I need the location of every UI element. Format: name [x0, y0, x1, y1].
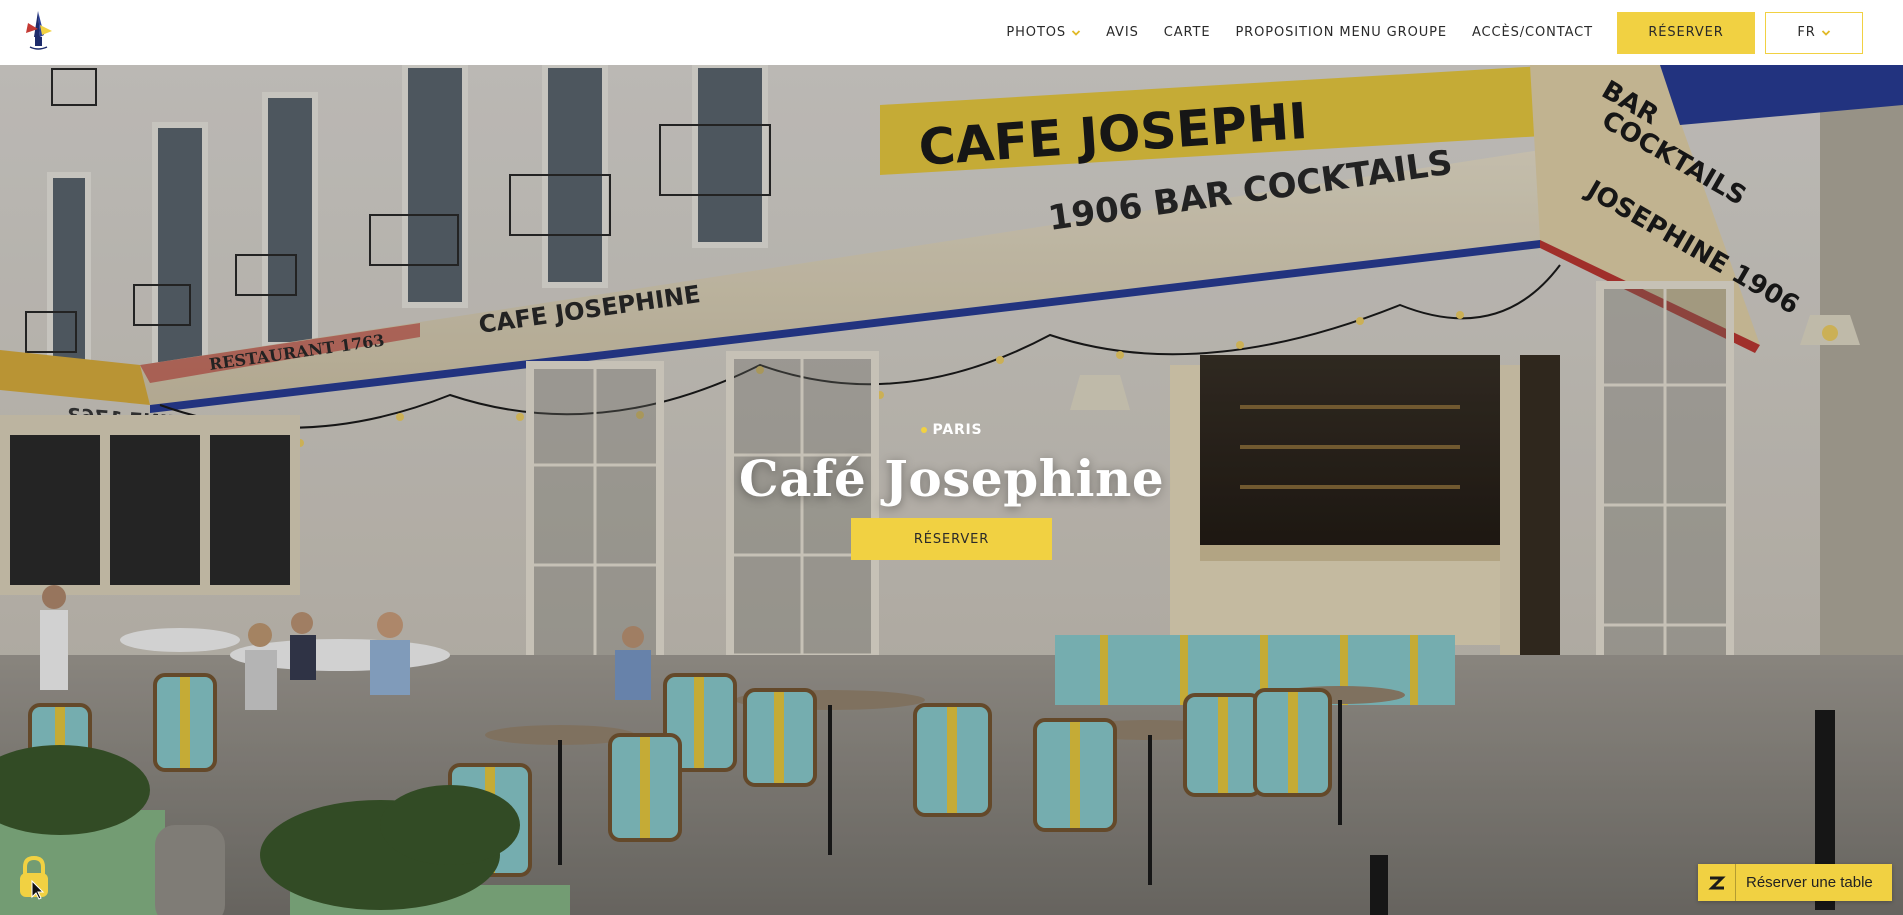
- nav-avis[interactable]: AVIS: [1106, 25, 1139, 40]
- nav-acces-contact-label: ACCÈS/CONTACT: [1471, 25, 1593, 40]
- hero-reserve-button[interactable]: RÉSERVER: [851, 518, 1052, 560]
- header-reserve-button[interactable]: RÉSERVER: [1617, 11, 1755, 54]
- nav-menu-groupe[interactable]: PROPOSITION MENU GROUPE: [1235, 25, 1447, 40]
- nav-acces-contact[interactable]: ACCÈS/CONTACT: [1472, 25, 1593, 40]
- lock-icon[interactable]: [16, 853, 52, 903]
- hero-overlay: [0, 65, 1903, 915]
- booking-logo-icon: [1698, 864, 1736, 901]
- book-table-widget[interactable]: Réserver une table: [1698, 864, 1892, 901]
- nav-avis-label: AVIS: [1106, 25, 1139, 40]
- chevron-down-icon: [1071, 29, 1081, 36]
- book-table-label: Réserver une table: [1746, 874, 1873, 891]
- language-label: FR: [1797, 25, 1816, 40]
- main-nav: PHOTOS AVIS CARTE PROPOSITION MENU GROUP…: [1006, 0, 1863, 65]
- nav-carte-label: CARTE: [1163, 25, 1211, 40]
- nav-menu-groupe-label: PROPOSITION MENU GROUPE: [1235, 25, 1447, 40]
- hero-reserve-label: RÉSERVER: [913, 531, 990, 547]
- nav-photos[interactable]: PHOTOS: [1006, 25, 1081, 40]
- site-header: PHOTOS AVIS CARTE PROPOSITION MENU GROUP…: [0, 0, 1903, 65]
- header-reserve-label: RÉSERVER: [1648, 25, 1724, 40]
- chevron-down-icon: [1821, 29, 1830, 36]
- hero-section: CAFE JOSEPHI 1906 BAR COCKTAILS CAFE JOS…: [0, 65, 1903, 915]
- cafe-josephine-logo[interactable]: [20, 7, 56, 53]
- nav-photos-label: PHOTOS: [1006, 25, 1067, 40]
- nav-carte[interactable]: CARTE: [1164, 25, 1211, 40]
- language-selector[interactable]: FR: [1765, 11, 1863, 54]
